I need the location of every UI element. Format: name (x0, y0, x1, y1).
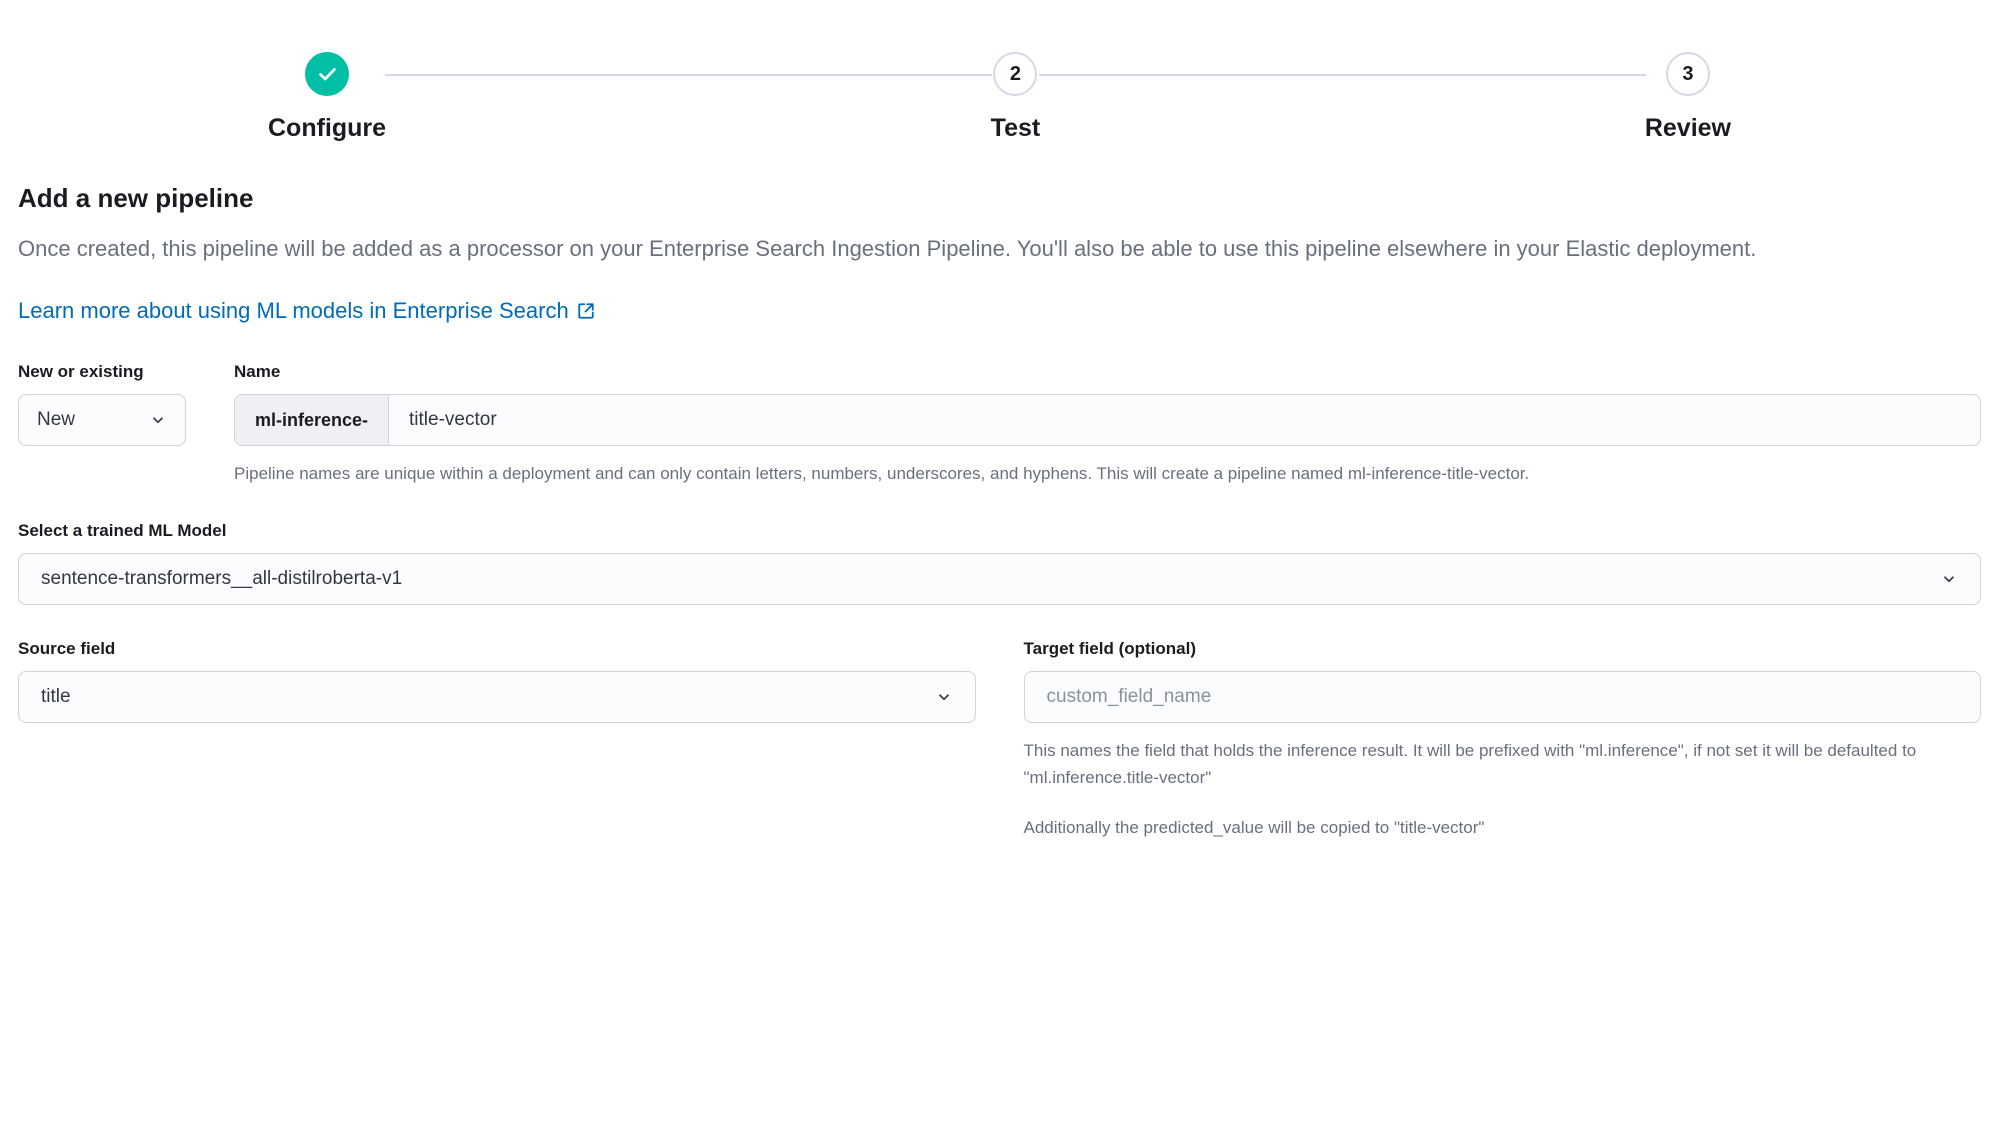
step-label: Review (1645, 114, 1731, 143)
target-field-label: Target field (optional) (1024, 639, 1982, 659)
name-field: Name ml-inference- Pipeline names are un… (234, 362, 1981, 487)
select-value: New (37, 409, 75, 431)
model-select[interactable]: sentence-transformers__all-distilroberta… (18, 553, 1981, 605)
name-prefix: ml-inference- (235, 395, 389, 445)
step-number: 3 (1666, 52, 1710, 96)
select-value: sentence-transformers__all-distilroberta… (41, 568, 402, 590)
new-or-existing-field: New or existing New (18, 362, 186, 446)
link-text: Learn more about using ML models in Ente… (18, 298, 569, 324)
model-label: Select a trained ML Model (18, 521, 1981, 541)
name-help: Pipeline names are unique within a deplo… (234, 460, 1981, 487)
external-link-icon (577, 302, 595, 320)
target-field-col: Target field (optional) This names the f… (1024, 639, 1982, 841)
target-field-help-1: This names the field that holds the infe… (1024, 737, 1982, 791)
step-configure[interactable]: Configure (268, 52, 386, 143)
new-or-existing-select[interactable]: New (18, 394, 186, 446)
check-icon (305, 52, 349, 96)
step-test[interactable]: 2 Test (991, 52, 1041, 143)
source-field-label: Source field (18, 639, 976, 659)
page-title: Add a new pipeline (18, 183, 1981, 214)
select-value: title (41, 686, 71, 708)
name-input-group: ml-inference- (234, 394, 1981, 446)
page-description: Once created, this pipeline will be adde… (18, 232, 1981, 266)
step-number: 2 (993, 52, 1037, 96)
stepper: Configure 2 Test 3 Review (18, 52, 1981, 143)
step-label: Test (991, 114, 1041, 143)
chevron-down-icon (1940, 570, 1958, 588)
step-review[interactable]: 3 Review (1645, 52, 1731, 143)
chevron-down-icon (149, 411, 167, 429)
target-field-input[interactable] (1047, 686, 1959, 708)
source-field-col: Source field title (18, 639, 976, 841)
new-or-existing-label: New or existing (18, 362, 186, 382)
name-input[interactable] (389, 395, 1980, 445)
chevron-down-icon (935, 688, 953, 706)
learn-more-link[interactable]: Learn more about using ML models in Ente… (18, 298, 595, 324)
step-connector (385, 74, 992, 76)
model-field: Select a trained ML Model sentence-trans… (18, 521, 1981, 605)
name-label: Name (234, 362, 1981, 382)
target-field-help-2: Additionally the predicted_value will be… (1024, 814, 1982, 841)
step-label: Configure (268, 114, 386, 143)
step-connector (1039, 74, 1646, 76)
target-field-input-wrap (1024, 671, 1982, 723)
source-field-select[interactable]: title (18, 671, 976, 723)
